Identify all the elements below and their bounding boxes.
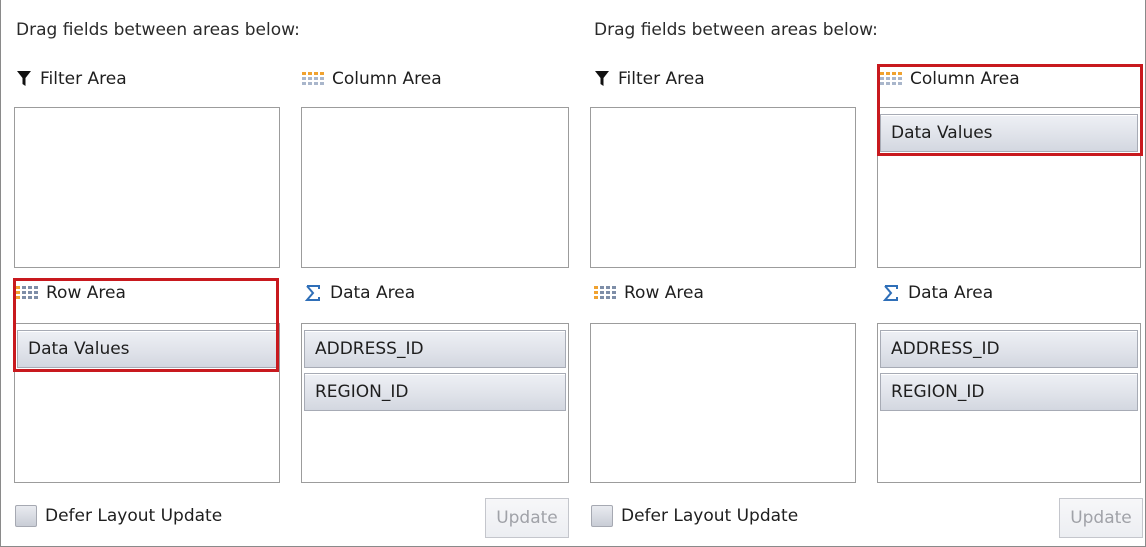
row-area-label: Row Area — [624, 283, 704, 303]
column-area-drop-zone[interactable] — [301, 107, 569, 268]
defer-layout-update-label: Defer Layout Update — [45, 506, 223, 526]
row-area-label: Row Area — [46, 283, 126, 303]
data-area-header: Data Area — [882, 280, 993, 306]
field-item-region-id[interactable]: REGION_ID — [304, 373, 566, 411]
filter-area-label: Filter Area — [618, 69, 705, 89]
filter-area-header: Filter Area — [16, 66, 127, 92]
field-list-panel-right: Drag fields between areas below: Filter … — [578, 0, 1146, 547]
filter-area-drop-zone[interactable] — [590, 107, 856, 268]
drag-instruction: Drag fields between areas below: — [16, 20, 300, 40]
sigma-icon — [304, 285, 320, 301]
data-area-drop-zone[interactable]: ADDRESS_ID REGION_ID — [877, 323, 1141, 483]
sigma-icon — [882, 285, 898, 301]
defer-layout-update-checkbox[interactable] — [591, 505, 613, 527]
field-item-address-id[interactable]: ADDRESS_ID — [304, 330, 566, 368]
drag-instruction: Drag fields between areas below: — [594, 20, 878, 40]
data-area-drop-zone[interactable]: ADDRESS_ID REGION_ID — [301, 323, 569, 483]
column-area-drop-zone[interactable]: Data Values — [877, 107, 1141, 268]
filter-area-drop-zone[interactable] — [14, 107, 280, 268]
row-grid-icon — [16, 286, 38, 300]
filter-area-header: Filter Area — [594, 66, 705, 92]
field-list-panel-left: Drag fields between areas below: Filter … — [0, 0, 573, 547]
row-area-drop-zone[interactable]: Data Values — [14, 323, 280, 483]
row-grid-icon — [594, 286, 616, 300]
row-area-header: Row Area — [16, 280, 126, 306]
column-grid-icon — [880, 72, 902, 86]
funnel-icon — [17, 71, 31, 86]
defer-layout-update-row[interactable]: Defer Layout Update — [15, 505, 222, 527]
defer-layout-update-row[interactable]: Defer Layout Update — [591, 505, 798, 527]
data-area-label: Data Area — [908, 283, 994, 303]
funnel-icon — [595, 71, 609, 86]
update-button[interactable]: Update — [485, 498, 569, 538]
row-area-drop-zone[interactable] — [590, 323, 856, 483]
row-area-header: Row Area — [594, 280, 704, 306]
update-button[interactable]: Update — [1059, 498, 1143, 538]
column-grid-icon — [302, 72, 324, 86]
defer-layout-update-label: Defer Layout Update — [621, 506, 799, 526]
column-area-header: Column Area — [302, 66, 442, 92]
column-area-header: Column Area — [880, 66, 1020, 92]
defer-layout-update-checkbox[interactable] — [15, 505, 37, 527]
field-item-data-values[interactable]: Data Values — [17, 330, 277, 368]
filter-area-label: Filter Area — [40, 69, 127, 89]
field-item-data-values[interactable]: Data Values — [880, 114, 1138, 152]
field-item-address-id[interactable]: ADDRESS_ID — [880, 330, 1138, 368]
column-area-label: Column Area — [332, 69, 442, 89]
field-item-region-id[interactable]: REGION_ID — [880, 373, 1138, 411]
data-area-label: Data Area — [330, 283, 416, 303]
data-area-header: Data Area — [304, 280, 415, 306]
column-area-label: Column Area — [910, 69, 1020, 89]
